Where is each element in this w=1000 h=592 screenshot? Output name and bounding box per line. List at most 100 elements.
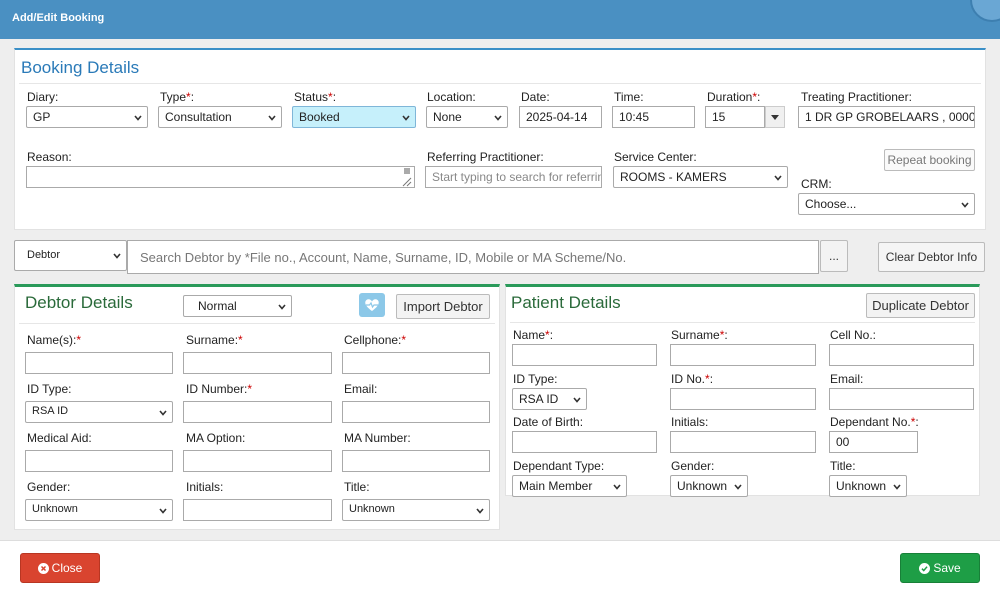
chevron-down-icon bbox=[159, 508, 167, 514]
diary-label: Diary: bbox=[27, 90, 59, 104]
status-value: Booked bbox=[299, 110, 340, 124]
import-debtor-button[interactable]: Import Debtor bbox=[396, 294, 490, 319]
patient-idtype-label: ID Type: bbox=[513, 372, 558, 386]
referring-input[interactable]: Start typing to search for referrin bbox=[425, 166, 602, 188]
caret-down-icon bbox=[771, 115, 779, 120]
duplicate-debtor-button[interactable]: Duplicate Debtor bbox=[866, 293, 975, 318]
chevron-down-icon bbox=[573, 397, 581, 403]
debtor-medical-aid-input[interactable] bbox=[25, 450, 173, 472]
save-button-label: Save bbox=[933, 561, 961, 575]
booking-details-title: Booking Details bbox=[21, 58, 140, 77]
divider bbox=[510, 322, 975, 323]
debtor-surname-input[interactable] bbox=[183, 352, 332, 374]
colon: : bbox=[190, 90, 195, 104]
debtor-surname-label: Surname:* bbox=[186, 333, 243, 347]
patient-title-label: Title: bbox=[830, 459, 856, 473]
patient-dob-input[interactable] bbox=[512, 431, 657, 453]
save-button[interactable]: Save bbox=[900, 553, 980, 583]
colon: : bbox=[549, 328, 554, 342]
close-button[interactable]: Close bbox=[20, 553, 100, 583]
patient-name-input[interactable] bbox=[512, 344, 657, 366]
patient-depno-input[interactable]: 00 bbox=[829, 431, 918, 453]
window-titlebar: Add/Edit Booking bbox=[0, 0, 1000, 39]
location-select[interactable]: None bbox=[426, 106, 508, 128]
debtor-category-select[interactable]: Normal bbox=[183, 295, 292, 317]
duration-dropdown-button[interactable] bbox=[765, 106, 785, 128]
patient-surname-input[interactable] bbox=[670, 344, 816, 366]
debtor-title-label: Title: bbox=[344, 480, 370, 494]
repeat-booking-button[interactable]: Repeat booking bbox=[884, 149, 975, 171]
patient-deptype-label: Dependant Type: bbox=[513, 459, 605, 473]
debtor-gender-label: Gender: bbox=[27, 480, 71, 494]
crm-select[interactable]: Choose... bbox=[798, 193, 975, 215]
debtor-ma-number-input[interactable] bbox=[342, 450, 490, 472]
location-value: None bbox=[433, 110, 462, 124]
duration-input[interactable]: 15 bbox=[705, 106, 765, 128]
patient-idno-input[interactable] bbox=[670, 388, 816, 410]
colon: : bbox=[915, 415, 919, 429]
chevron-down-icon bbox=[159, 410, 167, 416]
debtor-idtype-select[interactable]: RSA ID bbox=[25, 401, 173, 423]
close-circle-icon bbox=[37, 563, 49, 574]
debtor-type-select[interactable]: Debtor bbox=[14, 240, 127, 271]
patient-cell-label: Cell No.: bbox=[830, 328, 877, 342]
patient-name-label-text: Name bbox=[513, 328, 546, 342]
debtor-surname-label-text: Surname: bbox=[186, 333, 239, 347]
reason-label: Reason: bbox=[27, 150, 72, 164]
debtor-cellphone-input[interactable] bbox=[342, 352, 490, 374]
debtor-title-select[interactable]: Unknown bbox=[342, 499, 490, 521]
patient-initials-input[interactable] bbox=[670, 431, 816, 453]
debtor-names-input[interactable] bbox=[25, 352, 173, 374]
service-center-select[interactable]: ROOMS - KAMERS bbox=[613, 166, 788, 188]
patient-gender-select[interactable]: Unknown bbox=[670, 475, 748, 497]
patient-cell-input[interactable] bbox=[829, 344, 974, 366]
heart-monitor-button[interactable] bbox=[359, 293, 385, 317]
debtor-ma-option-input[interactable] bbox=[183, 450, 332, 472]
patient-idno-label: ID No.*: bbox=[671, 372, 713, 386]
required-mark: * bbox=[238, 333, 243, 347]
patient-email-input[interactable] bbox=[829, 388, 974, 410]
patient-idtype-select[interactable]: RSA ID bbox=[512, 388, 587, 410]
patient-gender-value: Unknown bbox=[677, 479, 728, 493]
referring-label: Referring Practitioner: bbox=[427, 150, 544, 164]
debtor-title-value: Unknown bbox=[349, 503, 395, 515]
patient-dob-label: Date of Birth: bbox=[513, 415, 584, 429]
patient-gender-label: Gender: bbox=[671, 459, 715, 473]
chevron-down-icon bbox=[613, 484, 621, 490]
debtor-gender-value: Unknown bbox=[32, 503, 78, 515]
patient-name-label: Name*: bbox=[513, 328, 553, 342]
debtor-idnumber-input[interactable] bbox=[183, 401, 332, 423]
debtor-idtype-value: RSA ID bbox=[32, 405, 69, 417]
clear-debtor-info-button[interactable]: Clear Debtor Info bbox=[878, 242, 985, 272]
debtor-gender-select[interactable]: Unknown bbox=[25, 499, 173, 521]
patient-deptype-select[interactable]: Main Member bbox=[512, 475, 627, 497]
debtor-medical-aid-label: Medical Aid: bbox=[27, 431, 92, 445]
status-select[interactable]: Booked bbox=[292, 106, 416, 128]
chevron-down-icon bbox=[268, 115, 276, 121]
debtor-initials-input[interactable] bbox=[183, 499, 332, 521]
patient-title-select[interactable]: Unknown bbox=[829, 475, 907, 497]
reason-textarea[interactable] bbox=[26, 166, 415, 188]
chevron-down-icon bbox=[278, 304, 286, 310]
divider bbox=[19, 323, 495, 324]
debtor-cellphone-label: Cellphone:* bbox=[344, 333, 406, 347]
time-input[interactable]: 10:45 bbox=[612, 106, 695, 128]
debtor-idtype-label: ID Type: bbox=[27, 382, 72, 396]
chevron-down-icon bbox=[494, 115, 502, 121]
type-label: Type*: bbox=[160, 90, 194, 104]
date-label: Date: bbox=[521, 90, 550, 104]
type-select[interactable]: Consultation bbox=[158, 106, 282, 128]
practitioner-input[interactable]: 1 DR GP GROBELAARS , 0000 bbox=[798, 106, 975, 128]
debtor-email-input[interactable] bbox=[342, 401, 490, 423]
patient-email-label: Email: bbox=[830, 372, 864, 386]
diary-select[interactable]: GP bbox=[26, 106, 148, 128]
corner-decoration bbox=[970, 0, 1000, 22]
date-input[interactable]: 2025-04-14 bbox=[519, 106, 602, 128]
heart-pulse-icon bbox=[365, 299, 379, 311]
location-label: Location: bbox=[427, 90, 476, 104]
debtor-search-more-button[interactable]: ... bbox=[820, 240, 848, 272]
debtor-details-panel: Debtor Details Normal Import Debtor Name… bbox=[14, 284, 500, 530]
required-mark: * bbox=[247, 382, 253, 396]
debtor-search-input[interactable]: Search Debtor by *File no., Account, Nam… bbox=[127, 240, 819, 274]
patient-deptype-value: Main Member bbox=[519, 479, 593, 493]
